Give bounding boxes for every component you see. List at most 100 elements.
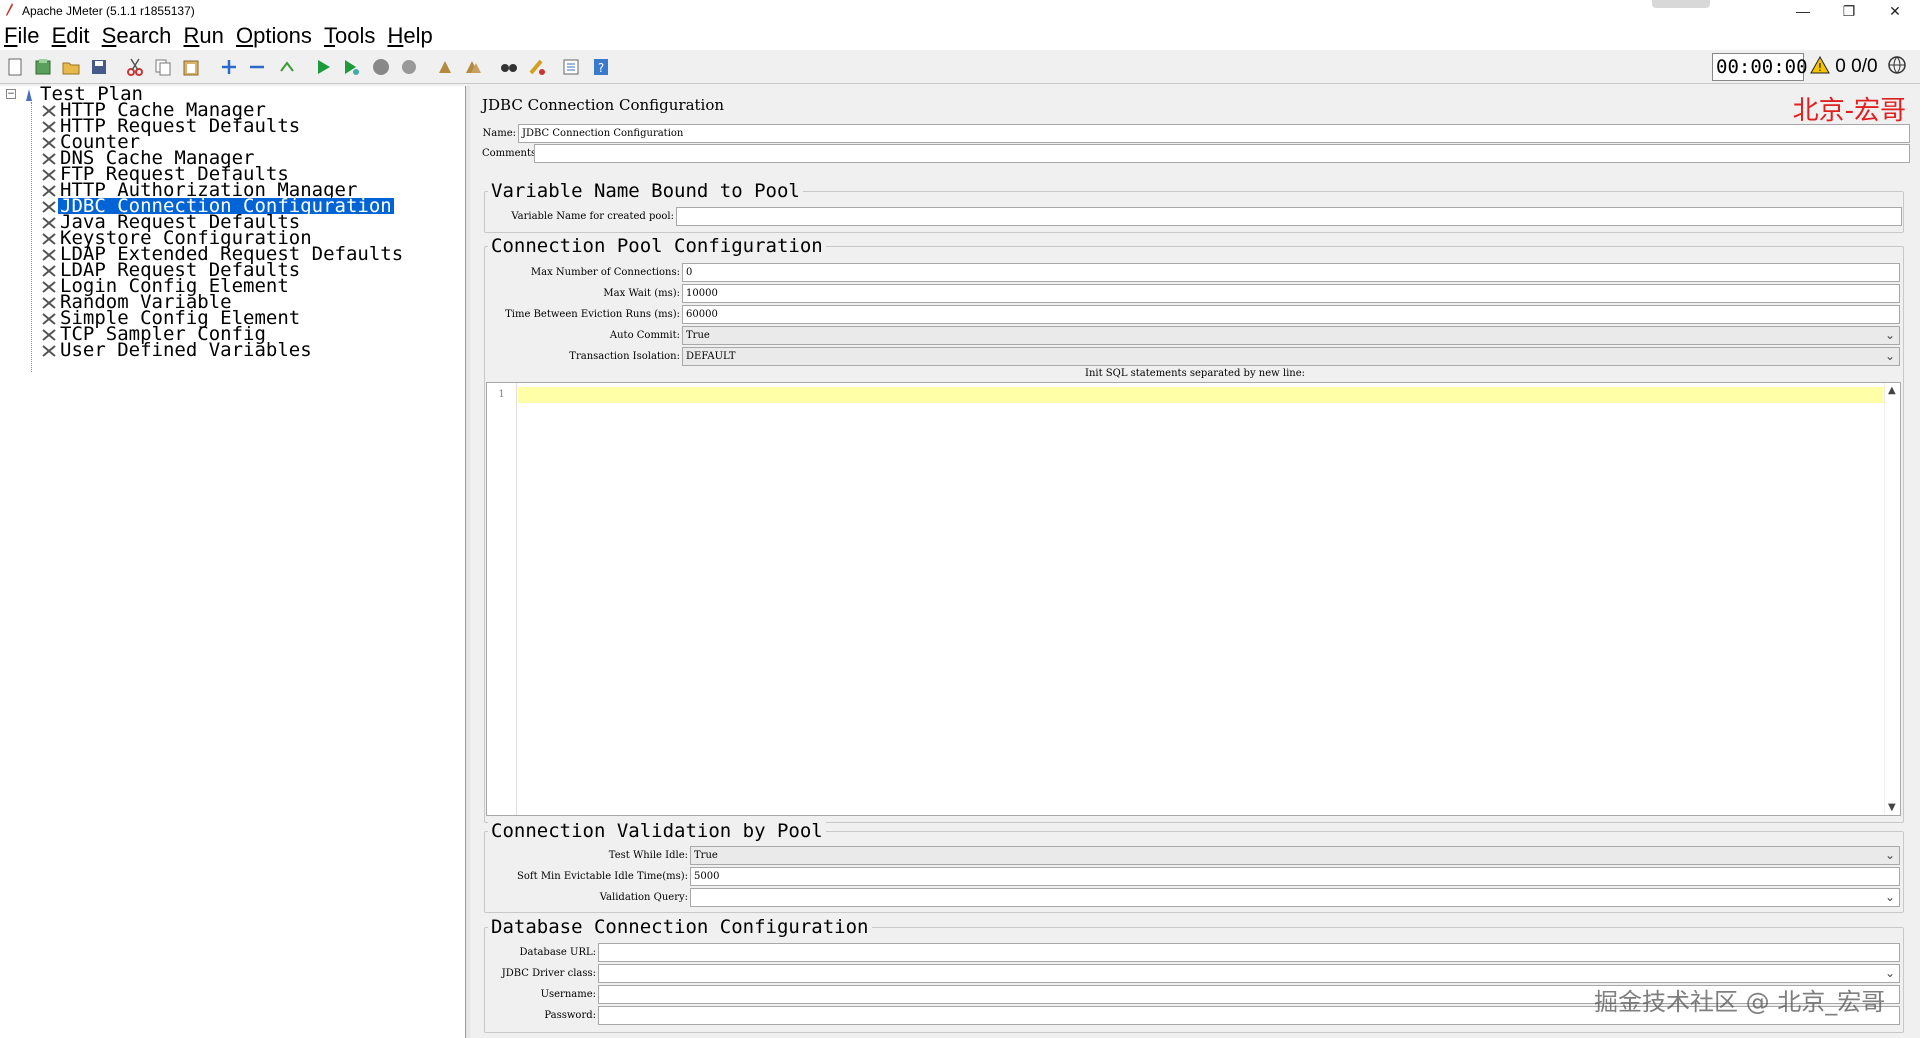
wrench-icon [40, 230, 58, 246]
open-icon[interactable] [60, 56, 82, 78]
menu-search[interactable]: Search [102, 22, 172, 50]
start-no-pause-icon[interactable] [340, 56, 362, 78]
help-icon[interactable]: ? [590, 56, 612, 78]
reset-search-icon[interactable] [526, 56, 548, 78]
max-connections-field[interactable]: 0 [682, 263, 1900, 282]
database-url-label: Database URL: [519, 947, 596, 958]
test-idle-label: Test While Idle: [608, 850, 688, 861]
close-button[interactable]: ✕ [1872, 0, 1918, 22]
wrench-icon [40, 278, 58, 294]
menu-bar: File Edit Search Run Options Tools Help [0, 22, 1920, 50]
collapse-icon[interactable] [246, 56, 268, 78]
username-label: Username: [540, 989, 596, 1000]
wrench-icon [40, 342, 58, 358]
shutdown-icon[interactable] [398, 56, 420, 78]
thread-count: 0/0 [1851, 56, 1878, 77]
validation-query-select[interactable]: ⌄ [690, 888, 1900, 907]
elapsed-timer: 00:00:00 [1712, 53, 1808, 81]
chevron-down-icon[interactable]: ▼ [1888, 802, 1896, 813]
templates-icon[interactable] [32, 56, 54, 78]
isolation-select[interactable]: DEFAULT ⌄ [682, 347, 1900, 366]
wrench-icon [40, 102, 58, 118]
chevron-down-icon: ⌄ [1884, 966, 1895, 980]
cut-icon[interactable] [124, 56, 146, 78]
driver-select[interactable]: ⌄ [598, 964, 1900, 983]
clear-all-icon[interactable] [462, 56, 484, 78]
comments-field[interactable] [534, 144, 1910, 163]
test-idle-select[interactable]: True ⌄ [690, 846, 1900, 865]
wrench-icon [40, 294, 58, 310]
pool-variable-label: Variable Name for created pool: [511, 211, 674, 222]
menu-help[interactable]: Help [387, 22, 432, 50]
minimize-button[interactable]: — [1780, 0, 1826, 22]
wrench-icon [40, 246, 58, 262]
soft-min-label: Soft Min Evictable Idle Time(ms): [517, 871, 688, 882]
pool-variable-field[interactable] [676, 207, 1902, 226]
pool-group-title: Connection Pool Configuration [488, 235, 826, 257]
init-sql-editor[interactable]: 1 ▲ ▼ [486, 382, 1901, 816]
copy-icon[interactable] [152, 56, 174, 78]
menu-file[interactable]: File [4, 22, 39, 50]
chevron-down-icon: ⌄ [1884, 328, 1895, 342]
eviction-field[interactable]: 60000 [682, 305, 1900, 324]
name-label: Name: [482, 128, 516, 139]
chevron-down-icon: ⌄ [1884, 349, 1895, 363]
window-title: Apache JMeter (5.1.1 r1855137) [22, 4, 195, 18]
auto-commit-value: True [686, 330, 710, 341]
author-watermark: 北京-宏哥 [1792, 96, 1906, 126]
function-helper-icon[interactable] [560, 56, 582, 78]
validation-query-label: Validation Query: [599, 892, 688, 903]
restore-button[interactable]: ❐ [1826, 0, 1872, 22]
test-idle-row: Test While Idle: True ⌄ [486, 846, 1900, 865]
save-icon[interactable] [88, 56, 110, 78]
clear-icon[interactable] [434, 56, 456, 78]
chevron-up-icon[interactable]: ▲ [1888, 385, 1896, 396]
expand-icon[interactable] [218, 56, 240, 78]
validation-group-title: Connection Validation by Pool [488, 820, 826, 842]
menu-run[interactable]: Run [184, 22, 224, 50]
start-icon[interactable] [312, 56, 334, 78]
menu-edit[interactable]: Edit [52, 22, 90, 50]
comments-row: Comments: [482, 144, 1910, 163]
wrench-icon [40, 166, 58, 182]
toggle-icon[interactable] [276, 56, 298, 78]
wrench-icon [40, 262, 58, 278]
auto-commit-select[interactable]: True ⌄ [682, 326, 1900, 345]
wrench-icon [40, 134, 58, 150]
wrench-icon [40, 326, 58, 342]
stop-icon[interactable] [370, 56, 392, 78]
database-url-row: Database URL: [486, 943, 1900, 962]
new-icon[interactable] [4, 56, 26, 78]
config-panel: JDBC Connection Configuration 北京-宏哥 Name… [470, 86, 1920, 1038]
editor-scrollbar[interactable]: ▲ ▼ [1884, 383, 1900, 815]
paste-icon[interactable] [180, 56, 202, 78]
collapse-toggle-icon[interactable]: − [6, 89, 16, 99]
wrench-icon [40, 150, 58, 166]
test-plan-tree: − Test Plan HTTP Cache Manager HTTP Reque… [0, 85, 466, 1038]
max-wait-field[interactable]: 10000 [682, 284, 1900, 303]
comments-label: Comments: [482, 148, 540, 159]
soft-min-field[interactable]: 5000 [690, 867, 1900, 886]
svg-text:!: ! [1818, 61, 1822, 74]
name-field[interactable]: JDBC Connection Configuration [518, 124, 1910, 143]
menu-options[interactable]: Options [236, 22, 312, 50]
wrench-icon [40, 118, 58, 134]
name-row: Name: JDBC Connection Configuration [482, 124, 1910, 143]
menu-tools[interactable]: Tools [324, 22, 375, 50]
tree-item[interactable]: User Defined Variables [40, 341, 314, 360]
warning-icon[interactable]: ! [1810, 56, 1830, 74]
database-url-field[interactable] [598, 943, 1900, 962]
max-wait-label: Max Wait (ms): [603, 288, 680, 299]
soft-min-row: Soft Min Evictable Idle Time(ms): 5000 [486, 867, 1900, 886]
isolation-label: Transaction Isolation: [569, 351, 680, 362]
status-counts: ! 0 0/0 [1810, 55, 1907, 78]
wrench-icon [40, 182, 58, 198]
auto-commit-label: Auto Commit: [609, 330, 680, 341]
error-count: 0 [1835, 56, 1846, 77]
wrench-icon [40, 214, 58, 230]
globe-icon[interactable] [1887, 55, 1907, 75]
title-bar: Apache JMeter (5.1.1 r1855137) — ❐ ✕ [0, 0, 1920, 22]
max-wait-row: Max Wait (ms): 10000 [486, 284, 1900, 303]
pool-variable-row: Variable Name for created pool: [486, 207, 1902, 226]
search-icon[interactable] [498, 56, 520, 78]
